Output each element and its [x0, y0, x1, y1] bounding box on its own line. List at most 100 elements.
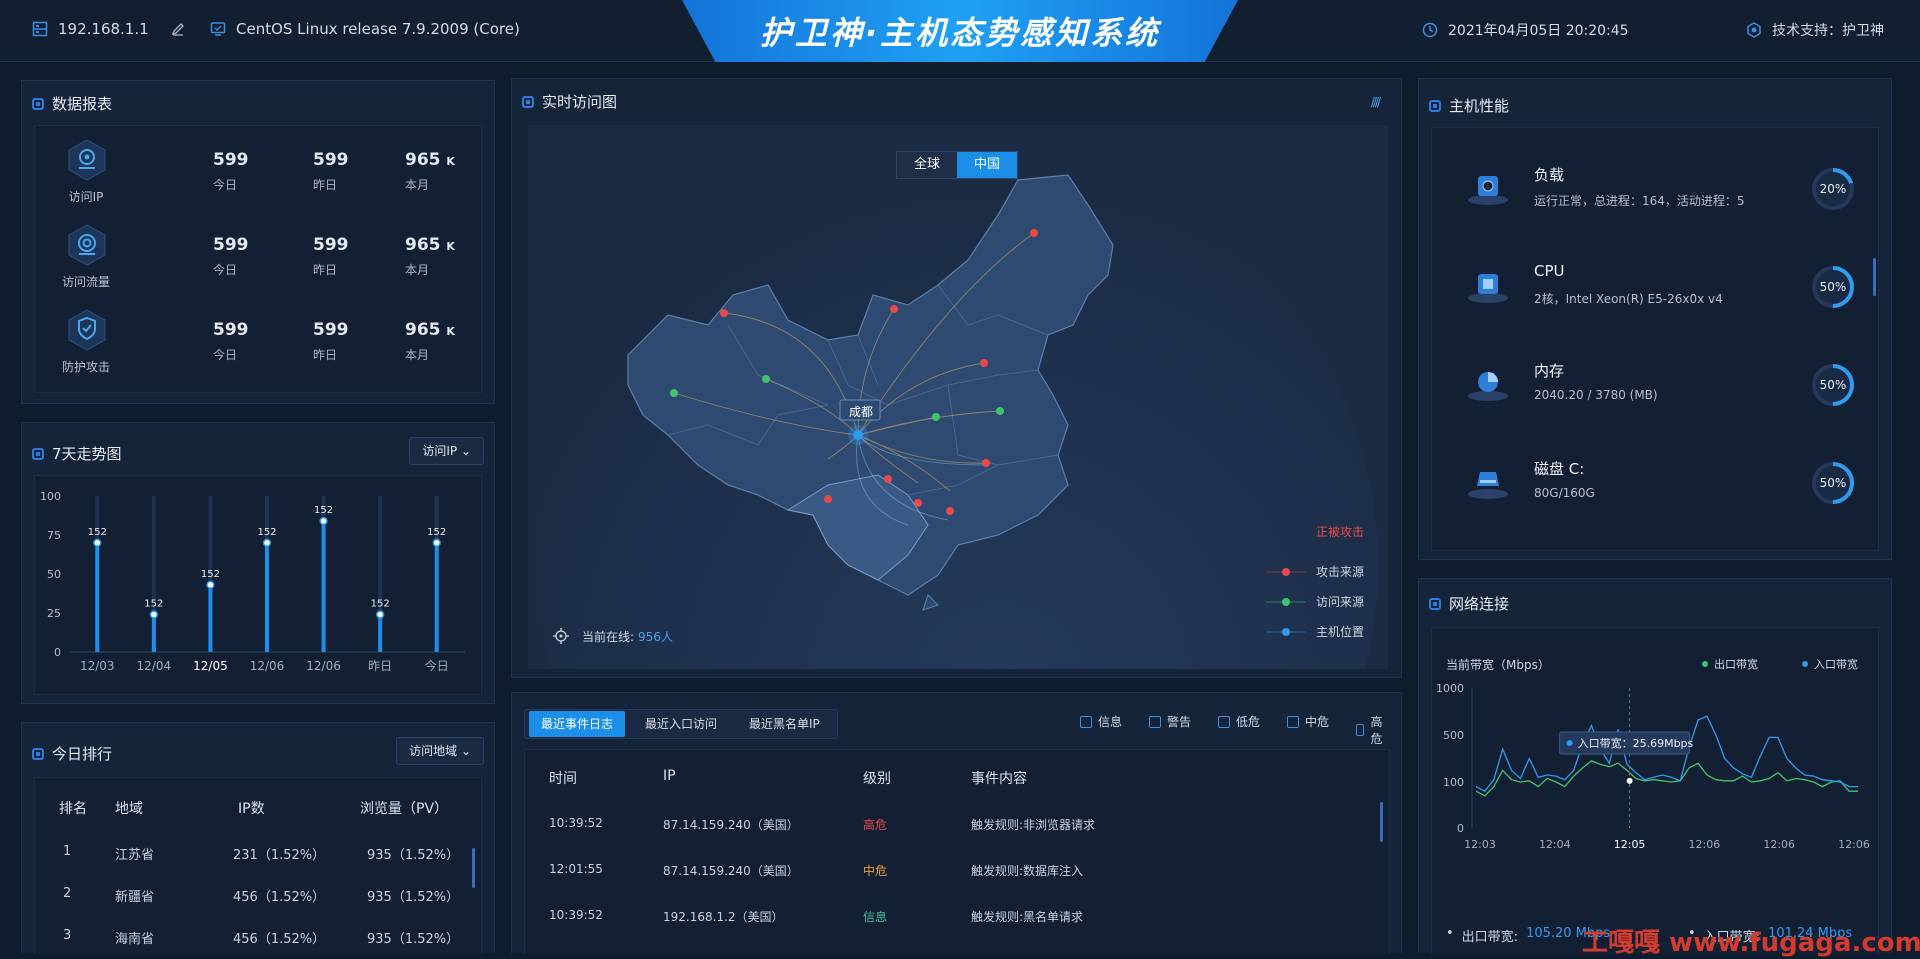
x-tick-label: 12/06	[250, 659, 285, 673]
stat-yesterday-label: 昨日	[313, 178, 338, 192]
table-row[interactable]: 1 江苏省 231（1.52%） 935（1.52%）	[35, 844, 481, 864]
stat-today-label: 今日	[213, 178, 238, 192]
perf-item-disk: 磁盘 C: 80G/160G 50%	[1432, 444, 1878, 542]
tab-recent-entry[interactable]: 最近入口访问	[633, 711, 729, 737]
panel-marker-icon	[32, 97, 44, 110]
stat-row-traffic: 访问流量 599 今日 599 昨日 965 K 本月	[35, 223, 481, 305]
perf-body: 负载 运行正常，总进程：164，活动进程：5 20% CPU 2核，Intel …	[1431, 127, 1879, 551]
x-tick-label: 12/04	[137, 659, 172, 673]
stat-month-value: 965 K	[405, 150, 455, 170]
event-level: 信息	[863, 910, 888, 924]
perf-value: 50%	[1819, 378, 1847, 392]
tab-blacklist[interactable]: 最近黑名单IP	[737, 711, 832, 737]
tab-china[interactable]: 中国	[957, 152, 1017, 178]
bar	[95, 542, 100, 652]
tab-recent-events[interactable]: 最近事件日志	[529, 711, 626, 737]
edit-icon[interactable]	[171, 22, 185, 36]
table-row[interactable]: 10:39:52 87.14.159.240（美国） 高危 触发规则:非浏览器请…	[525, 816, 1389, 836]
cpu-icon	[1468, 274, 1508, 303]
bar	[321, 520, 326, 652]
perf-item-cpu: CPU 2核，Intel Xeon(R) E5-26x0x v4 50%	[1432, 248, 1878, 346]
stat-yesterday-label: 昨日	[313, 263, 338, 277]
bar-point	[149, 610, 159, 619]
filter-low[interactable]: 低危	[1218, 713, 1260, 730]
map-panel: 实时访问图 //// 成都 全球 中国 当前在线: 956人 正被攻击 攻击来源…	[511, 78, 1402, 678]
trend-title: 7天走势图	[32, 443, 122, 464]
clock-icon	[1422, 22, 1438, 38]
stat-yesterday-value: 599	[313, 235, 349, 255]
events-toolbar: 最近事件日志 最近入口访问 最近黑名单IP 信息 警告 低危 中危 高危	[524, 709, 1382, 746]
server-icon	[32, 21, 48, 37]
host-marker-icon	[1265, 627, 1306, 636]
crosshair-icon	[553, 628, 569, 644]
table-row[interactable]: 3 海南省 456（1.52%） 935（1.52%）	[35, 928, 481, 948]
legend-attack: 攻击来源	[1265, 563, 1364, 580]
perf-scrollbar[interactable]	[1873, 258, 1876, 296]
shield-icon	[68, 309, 106, 351]
perf-value: 50%	[1819, 476, 1847, 490]
y-tick-label: 500	[1443, 729, 1464, 742]
hover-point	[1626, 777, 1633, 784]
perf-panel: 主机性能 负载 运行正常，总进程：164，活动进程：5 20% CPU 2核，I…	[1418, 78, 1892, 560]
support-info: 技术支持：护卫神	[1746, 20, 1884, 40]
datetime-text: 2021年04月05日 20:20:45	[1448, 23, 1629, 39]
os-text: CentOS Linux release 7.9.2009 (Core)	[236, 20, 520, 38]
perf-name: 内存	[1534, 362, 1565, 380]
bar-point	[375, 610, 385, 619]
tab-global[interactable]: 全球	[897, 152, 957, 178]
monitor-icon	[210, 22, 226, 36]
city-label: 成都	[848, 405, 873, 419]
stat-label: 访问流量	[61, 275, 110, 289]
checkbox-icon	[1080, 715, 1092, 728]
bar	[151, 614, 156, 652]
system-title: 护卫神·主机态势感知系统	[759, 14, 1161, 52]
events-scrollbar[interactable]	[1380, 802, 1383, 842]
ranking-header-cell: 浏览量（PV）	[360, 801, 449, 817]
events-tabs: 最近事件日志 最近入口访问 最近黑名单IP	[524, 709, 838, 739]
perf-item-load: 负载 运行正常，总进程：164，活动进程：5 20%	[1432, 150, 1878, 248]
table-row[interactable]: 10:39:52 192.168.1.2（美国） 信息 触发规则:黑名单请求	[525, 908, 1389, 928]
stat-today-label: 今日	[213, 348, 238, 362]
stat-today-value: 599	[213, 235, 249, 255]
y-tick-label: 50	[47, 568, 61, 581]
perf-desc: 2核，Intel Xeon(R) E5-26x0x v4	[1534, 292, 1723, 306]
x-tick-label: 12:05	[1614, 838, 1646, 851]
stat-month-label: 本月	[405, 178, 430, 192]
x-tick-label: 12/05	[193, 659, 228, 673]
data-report-panel: 数据报表 访问IP 599 今日 599 昨日 965 K 本月 访问流量 59…	[21, 80, 495, 404]
checkbox-icon	[1287, 715, 1299, 728]
stat-yesterday-label: 昨日	[313, 348, 338, 362]
ranking-scrollbar[interactable]	[472, 848, 475, 888]
events-header: 时间 IP 级别 事件内容	[525, 768, 1389, 788]
ranking-header-cell: 排名	[59, 801, 87, 817]
perf-name: 负载	[1534, 166, 1565, 184]
hexagon-icon	[1747, 22, 1761, 38]
filter-warning[interactable]: 警告	[1149, 713, 1191, 730]
filter-medium[interactable]: 中危	[1287, 713, 1329, 730]
perf-item-memory: 内存 2040.20 / 3780 (MB) 50%	[1432, 346, 1878, 444]
trend-dropdown[interactable]: 访问IP ⌄	[409, 437, 484, 465]
y-tick-label: 0	[54, 646, 61, 659]
legend-in: 入口带宽	[1802, 656, 1858, 672]
trend-panel: 7天走势图 访问IP ⌄ 0 25 50 75 100 152 12/03 152 12/04 1…	[21, 422, 495, 704]
table-row[interactable]: 12:01:55 87.14.159.240（美国） 中危 触发规则:数据库注入	[525, 862, 1389, 882]
stat-yesterday-value: 599	[313, 150, 349, 170]
x-tick-label: 12:04	[1539, 838, 1571, 851]
events-header-cell: 时间	[549, 771, 577, 787]
legend-dot-icon	[1702, 661, 1708, 667]
ranking-dropdown[interactable]: 访问地域 ⌄	[396, 737, 484, 765]
stat-month-label: 本月	[405, 263, 430, 277]
table-row[interactable]: 2 新疆省 456（1.52%） 935（1.52%）	[35, 886, 481, 906]
data-label: 152	[371, 599, 390, 610]
stat-row-visit-ip: 访问IP 599 今日 599 昨日 965 K 本月	[35, 138, 481, 220]
y-tick-label: 100	[40, 490, 61, 503]
online-value: 956人	[638, 629, 673, 644]
legend-visit: 访问来源	[1265, 593, 1364, 610]
y-tick-label: 25	[47, 607, 61, 620]
x-tick-label: 昨日	[368, 659, 392, 673]
disk-icon	[1468, 472, 1508, 499]
filter-high[interactable]: 高危	[1356, 713, 1386, 747]
bar-point	[432, 538, 441, 548]
events-table: 时间 IP 级别 事件内容 10:39:52 87.14.159.240（美国）…	[524, 749, 1390, 954]
filter-info[interactable]: 信息	[1080, 713, 1122, 730]
